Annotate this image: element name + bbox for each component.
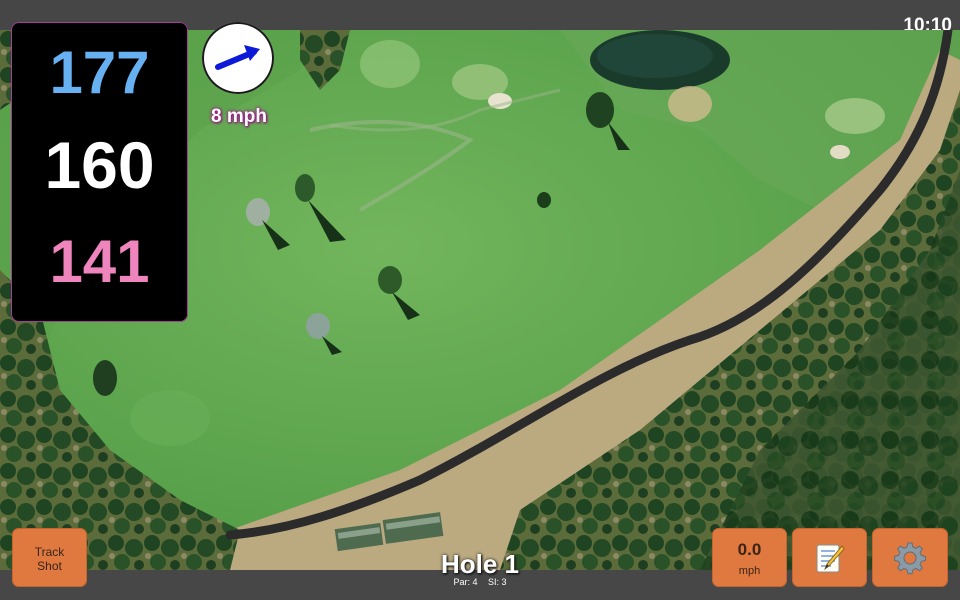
wind-direction-dial bbox=[202, 22, 274, 94]
wind-gauge-unit: mph bbox=[738, 565, 761, 577]
track-shot-button[interactable]: Track Shot bbox=[12, 528, 87, 587]
wind-speed-label: 8 mph bbox=[211, 106, 267, 127]
front-distance: 141 bbox=[49, 228, 150, 295]
hole-title: Hole 1 bbox=[440, 549, 520, 579]
settings-button[interactable] bbox=[872, 528, 948, 587]
gear-icon bbox=[894, 542, 926, 574]
track-shot-label-line1: Track bbox=[34, 545, 65, 559]
hole-info: Par: 4 SI: 3 bbox=[400, 577, 560, 587]
wind-gauge-button[interactable]: 0.0 mph bbox=[712, 528, 787, 587]
notes-button[interactable] bbox=[792, 528, 867, 587]
center-distance: 160 bbox=[44, 128, 155, 202]
hole-par: Par: 4 bbox=[453, 577, 478, 587]
track-shot-label-line2: Shot bbox=[37, 559, 62, 573]
distance-panel: 177 160 141 bbox=[11, 22, 188, 322]
wind-gauge-value: 0.0 bbox=[737, 540, 762, 559]
arrow-northeast-icon bbox=[215, 45, 260, 70]
hole-stroke-index: SI: 3 bbox=[488, 577, 507, 587]
notepad-icon bbox=[816, 544, 845, 572]
back-distance: 177 bbox=[49, 39, 150, 106]
